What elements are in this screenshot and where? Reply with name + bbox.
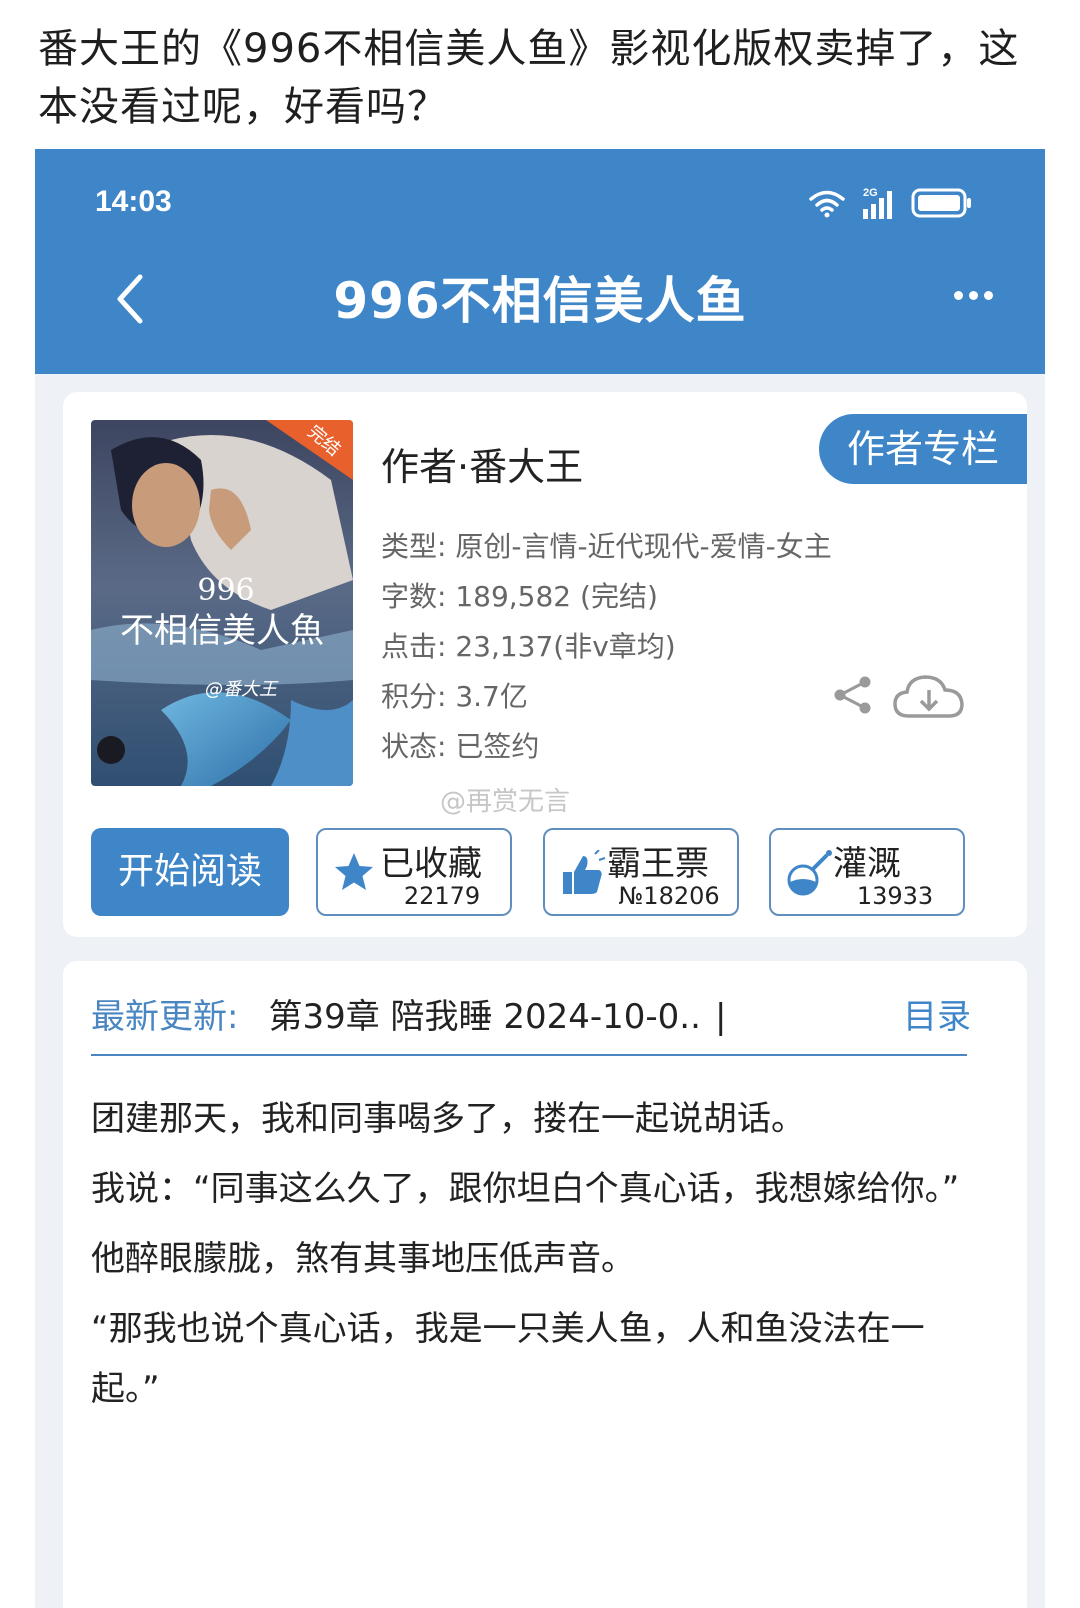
ticket-rank: №18206 [618,882,720,910]
battery-icon [911,188,971,218]
wifi-icon [809,190,845,218]
collect-button[interactable]: 已收藏 22179 [316,828,512,916]
share-icon[interactable] [831,675,875,715]
latest-update-row: 最新更新: 第39章 陪我睡 2024-10-0.. | 目录 [91,989,991,1038]
irrigate-count: 13933 [856,882,934,910]
app-screenshot: 14:03 2G 996不相信美人鱼 完结 996 不相信美人魚 @番大王 作者… [35,149,1045,1608]
watermark: @再赏无言 [440,787,571,817]
book-cover-image[interactable]: 完结 996 不相信美人魚 @番大王 [91,420,353,786]
cover-title-line1: 996 [197,573,254,608]
ticket-label: 霸王票 [607,844,709,884]
network-type-label: 2G [863,187,878,199]
excerpt-paragraph: 我说：“同事这么久了，跟你坦白个真心话，我想嫁给你。” [91,1169,960,1209]
meta-score: 积分: 3.7亿 [381,680,528,713]
book-meta: 类型: 原创-言情-近代现代-爱情-女主 字数: 189,582 (完结) 点击… [381,522,832,772]
cover-signature: @番大王 [205,679,279,700]
divider [91,1054,967,1056]
cellular-signal-icon: 2G [863,187,892,219]
author-name[interactable]: 作者·番大王 [381,436,583,491]
latest-update-card: 最新更新: 第39章 陪我睡 2024-10-0.. | 目录 团建那天，我和同事喝… [63,961,1027,1608]
irrigate-label: 灌溉 [833,844,901,884]
collect-label: 已收藏 [380,844,482,884]
author-column-button[interactable]: 作者专栏 [819,414,1027,484]
meta-type: 类型: 原创-言情-近代现代-爱情-女主 [381,530,832,563]
overlord-ticket-button[interactable]: 霸王票 №18206 [543,828,739,916]
status-time: 14:03 [95,185,172,218]
latest-update-label: 最新更新: [91,997,239,1037]
app-header: 14:03 2G 996不相信美人鱼 [35,149,1045,374]
excerpt-paragraph: 团建那天，我和同事喝多了，搂在一起说胡话。 [91,1099,805,1139]
book-excerpt: 团建那天，我和同事喝多了，搂在一起说胡话。 我说：“同事这么久了，跟你坦白个真心… [91,1089,971,1429]
cover-title-line2: 不相信美人魚 [120,611,324,651]
latest-chapter-link[interactable]: 第39章 陪我睡 2024-10-0.. [268,997,700,1037]
book-info-card: 完结 996 不相信美人魚 @番大王 作者·番大王 作者专栏 类型: 原创-言情… [63,392,1027,937]
start-reading-button[interactable]: 开始阅读 [91,828,289,916]
book-title-header: 996不相信美人鱼 [333,272,747,330]
collect-count: 22179 [403,882,481,910]
meta-word-count: 字数: 189,582 (完结) [381,580,658,613]
excerpt-paragraph: 他醉眼朦胧，煞有其事地压低声音。 [91,1239,635,1279]
separator: | [714,997,727,1037]
cloud-download-icon[interactable] [891,672,967,722]
meta-clicks: 点击: 23,137(非v章均) [381,630,676,663]
post-title: 番大王的《996不相信美人鱼》影视化版权卖掉了，这本没看过呢，好看吗？ [38,26,1020,130]
meta-status: 状态: 已签约 [381,730,540,763]
more-options-icon[interactable] [954,291,993,300]
irrigate-button[interactable]: 灌溉 13933 [769,828,965,916]
status-icons: 2G [807,185,973,221]
excerpt-paragraph: “那我也说个真心话，我是一只美人鱼，人和鱼没法在一起。” [91,1309,925,1409]
table-of-contents-link[interactable]: 目录 [903,989,971,1038]
